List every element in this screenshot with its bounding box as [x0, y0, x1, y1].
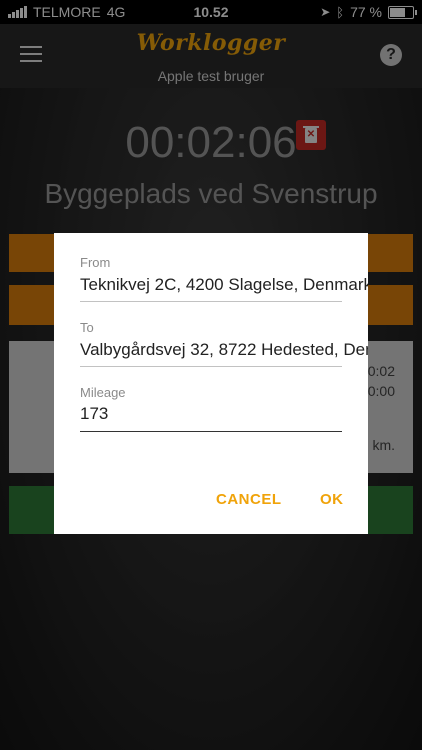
- to-label: To: [80, 320, 94, 335]
- from-field[interactable]: Teknikvej 2C, 4200 Slagelse, Denmark: [80, 275, 368, 295]
- ok-button[interactable]: OK: [320, 491, 344, 508]
- mileage-dialog: From Teknikvej 2C, 4200 Slagelse, Denmar…: [54, 233, 368, 534]
- to-underline: [80, 366, 342, 367]
- mileage-label: Mileage: [80, 385, 126, 400]
- from-label: From: [80, 255, 111, 270]
- from-underline: [80, 301, 342, 302]
- mileage-field[interactable]: 173: [80, 404, 368, 424]
- mileage-underline: [80, 431, 342, 432]
- to-field[interactable]: Valbygårdsvej 32, 8722 Hedested, Denmark: [80, 340, 368, 360]
- cancel-button[interactable]: CANCEL: [216, 491, 282, 508]
